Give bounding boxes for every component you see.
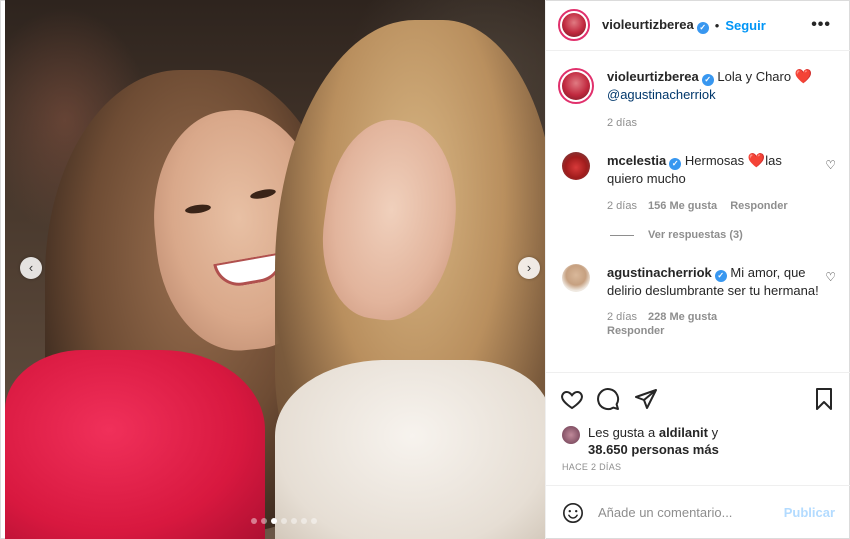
comment-input-bar: Añade un comentario... Publicar bbox=[546, 485, 850, 539]
post-side-panel: violeurtizberea ✓ • Seguir ••• violeurtiz… bbox=[545, 0, 850, 539]
post-time[interactable]: HACE 2 DÍAS bbox=[562, 462, 621, 472]
caption-text: Lola y Charo bbox=[717, 69, 792, 84]
verified-badge-icon: ✓ bbox=[714, 270, 727, 282]
carousel-dot bbox=[281, 518, 287, 524]
caption-username[interactable]: violeurtizberea bbox=[607, 69, 699, 84]
publish-button[interactable]: Publicar bbox=[784, 505, 835, 520]
verified-badge-icon: ✓ bbox=[696, 21, 709, 34]
post-header: violeurtizberea ✓ • Seguir ••• bbox=[546, 0, 850, 51]
carousel-dot-active bbox=[271, 518, 277, 524]
comment: agustinacherriok ✓ Mi amor, que delirio d… bbox=[562, 264, 842, 338]
more-options-icon[interactable]: ••• bbox=[811, 16, 831, 34]
emoji-icon[interactable] bbox=[562, 502, 584, 524]
carousel-dots bbox=[251, 518, 317, 524]
comment-text: Hermosas bbox=[684, 153, 745, 168]
carousel-dot bbox=[261, 518, 267, 524]
comment-time[interactable]: 2 días bbox=[607, 311, 637, 323]
verified-badge-icon: ✓ bbox=[701, 74, 714, 86]
comment-likes[interactable]: 228 Me gusta bbox=[648, 311, 717, 323]
comment-time[interactable]: 2 días bbox=[607, 200, 637, 212]
heart-emoji: ❤️ bbox=[794, 68, 813, 84]
separator: • bbox=[714, 17, 720, 33]
avatar[interactable] bbox=[562, 426, 580, 444]
bookmark-icon[interactable] bbox=[812, 387, 836, 411]
avatar[interactable] bbox=[562, 152, 590, 180]
carousel-dot bbox=[301, 518, 307, 524]
heart-outline-icon[interactable]: ♡ bbox=[825, 270, 836, 284]
carousel-dot bbox=[291, 518, 297, 524]
chevron-left-icon[interactable]: ‹ bbox=[20, 257, 42, 279]
avatar[interactable] bbox=[558, 9, 590, 41]
likes-summary: Les gusta a aldilanit y 38.650 personas … bbox=[562, 424, 719, 458]
liker-username[interactable]: aldilanit bbox=[659, 425, 708, 440]
comment-username[interactable]: mcelestia bbox=[607, 153, 666, 168]
comment: mcelestia ✓ Hermosas ❤️las quiero mucho 2… bbox=[562, 152, 842, 215]
chevron-right-icon[interactable]: › bbox=[518, 257, 540, 279]
caption-mention[interactable]: @agustinacherriok bbox=[607, 87, 716, 102]
carousel-dot bbox=[251, 518, 257, 524]
avatar[interactable] bbox=[562, 264, 590, 292]
view-replies-button[interactable]: Ver respuestas (3) bbox=[610, 229, 743, 241]
heart-icon[interactable] bbox=[560, 387, 584, 411]
share-icon[interactable] bbox=[634, 387, 658, 411]
heart-outline-icon[interactable]: ♡ bbox=[825, 158, 836, 172]
likes-conj: y bbox=[711, 425, 719, 440]
likes-others[interactable]: 38.650 personas más bbox=[588, 442, 719, 457]
comment-icon[interactable] bbox=[596, 387, 620, 411]
comment-likes[interactable]: 156 Me gusta bbox=[648, 200, 717, 212]
carousel-dot bbox=[311, 518, 317, 524]
reply-button[interactable]: Responder bbox=[730, 200, 787, 212]
post-photo[interactable]: ‹ › bbox=[5, 0, 545, 539]
caption: violeurtizberea ✓ Lola y Charo ❤️ @agusti… bbox=[558, 68, 843, 132]
likes-prefix: Les gusta a bbox=[588, 425, 656, 440]
follow-button[interactable]: Seguir bbox=[725, 18, 765, 33]
verified-badge-icon: ✓ bbox=[669, 158, 682, 170]
comment-username[interactable]: agustinacherriok bbox=[607, 265, 712, 280]
heart-emoji: ❤️ bbox=[747, 152, 766, 168]
avatar[interactable] bbox=[558, 68, 594, 104]
action-bar bbox=[546, 372, 850, 424]
caption-time[interactable]: 2 días bbox=[607, 115, 812, 132]
comment-input[interactable]: Añade un comentario... bbox=[598, 505, 784, 520]
author-username[interactable]: violeurtizberea bbox=[602, 17, 694, 32]
reply-button[interactable]: Responder bbox=[607, 325, 664, 337]
